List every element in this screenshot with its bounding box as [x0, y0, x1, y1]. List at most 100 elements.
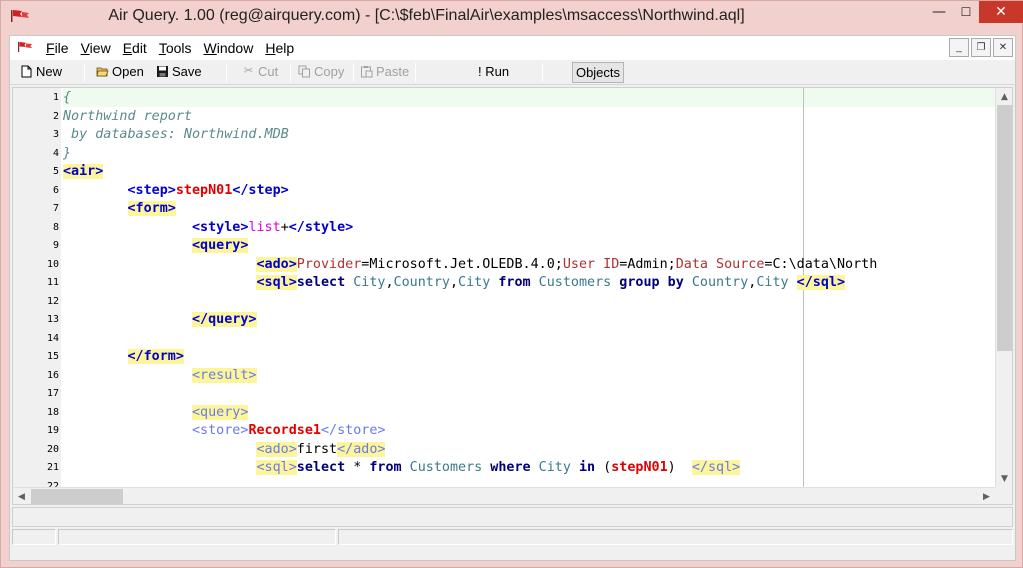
code-token: , — [385, 275, 394, 290]
horizontal-scroll-thumb[interactable] — [31, 489, 123, 504]
code-token: City — [538, 460, 571, 475]
paste-button[interactable]: Paste — [360, 64, 409, 79]
line-number: 15 — [46, 351, 59, 362]
vertical-scrollbar[interactable]: ▲ ▼ — [995, 88, 1012, 487]
run-label: ! Run — [478, 64, 510, 79]
line-number: 2 — [52, 110, 59, 122]
menu-item-label: iew — [89, 40, 111, 56]
menu-item-tools[interactable]: Tools — [153, 40, 198, 56]
code-token: { — [63, 90, 72, 105]
minimize-button[interactable]: — — [925, 1, 953, 23]
code-token: </form> — [127, 349, 184, 364]
code-token: Northwind report — [63, 108, 192, 124]
open-button[interactable]: Open — [96, 64, 144, 79]
output-panel — [12, 507, 1013, 527]
menu-accelerator: E — [122, 40, 133, 56]
code-token: =C:\data\North — [764, 256, 878, 272]
flag-doc-icon — [18, 42, 32, 52]
code-line: } — [63, 145, 71, 164]
code-text-area[interactable]: { Northwind report by databases: Northwin… — [63, 88, 997, 504]
code-token: stepN01 — [175, 182, 233, 198]
close-button[interactable]: ✕ — [979, 1, 1023, 23]
line-number: 11 — [46, 277, 59, 288]
copy-button[interactable]: Copy — [298, 64, 344, 79]
cut-button[interactable]: ✂ Cut — [242, 64, 278, 79]
code-token: } — [63, 145, 72, 161]
new-button[interactable]: New — [20, 64, 62, 79]
code-line: <store>Recordse1</store> — [63, 422, 386, 441]
scissors-icon: ✂ — [243, 65, 254, 77]
scroll-down-arrow-icon[interactable]: ▼ — [996, 470, 1012, 487]
menu-item-view[interactable]: View — [75, 40, 117, 56]
menu-item-window[interactable]: Window — [198, 40, 260, 56]
status-cell — [12, 529, 56, 545]
menu-item-label: ile — [54, 40, 69, 56]
floppy-save-icon — [157, 66, 168, 77]
code-token: Country — [691, 275, 749, 290]
paste-clipboard-icon — [361, 66, 373, 78]
scroll-right-arrow-icon[interactable]: ▶ — [978, 488, 995, 504]
line-number: 17 — [46, 388, 59, 399]
objects-button[interactable]: Objects — [572, 62, 624, 83]
code-token: + — [280, 219, 289, 235]
menu-item-help[interactable]: Help — [259, 40, 300, 56]
menu-item-file[interactable]: File — [40, 40, 75, 56]
code-token: <ado> — [256, 441, 297, 457]
line-number: 19 — [46, 425, 59, 436]
scroll-up-arrow-icon[interactable]: ▲ — [996, 88, 1012, 105]
menu-accelerator: F — [46, 40, 55, 56]
line-number-gutter: 1234567891011121314151617181920212223 — [13, 88, 61, 504]
mdi-restore-button[interactable]: ❐ — [971, 38, 991, 57]
code-token: Customers — [538, 275, 612, 290]
line-number: 20 — [46, 443, 59, 455]
code-token: </ado> — [337, 441, 386, 457]
code-token: Provider — [296, 256, 362, 272]
vertical-scroll-thumb[interactable] — [997, 105, 1012, 351]
new-label: New — [36, 64, 63, 79]
scrollbar-corner — [995, 487, 1012, 504]
code-token: ( — [595, 460, 612, 475]
scroll-left-arrow-icon[interactable]: ◀ — [13, 488, 30, 504]
code-token: <ado> — [256, 256, 297, 272]
save-label: Save — [172, 64, 202, 79]
line-number: 7 — [52, 203, 59, 214]
run-button[interactable]: ! Run — [478, 64, 509, 79]
code-line: <sql>select * from Customers where City … — [63, 459, 741, 478]
code-line: <form> — [63, 200, 176, 219]
horizontal-scrollbar[interactable]: ◀ ▶ — [13, 487, 995, 504]
toolbar-separator — [226, 63, 227, 82]
code-token: </style> — [288, 219, 354, 235]
line-number: 8 — [52, 221, 59, 233]
line-number: 21 — [46, 462, 59, 473]
code-editor[interactable]: 1234567891011121314151617181920212223 {N… — [12, 87, 1013, 505]
code-token: </step> — [232, 182, 289, 198]
menu-item-edit[interactable]: Edit — [117, 40, 153, 56]
mdi-close-button[interactable]: ✕ — [993, 38, 1013, 57]
code-line: <result> — [63, 367, 257, 386]
maximize-button[interactable]: ☐ — [953, 1, 979, 23]
code-token: City — [353, 275, 386, 290]
line-number: 9 — [52, 240, 59, 251]
code-token: by databases: Northwind.MDB — [63, 127, 289, 142]
status-cell — [58, 529, 336, 545]
code-token: <result> — [192, 367, 257, 383]
title-bar[interactable]: Air Query. 1.00 (reg@airquery.com) - [C:… — [1, 1, 1023, 35]
code-line: { — [63, 89, 71, 108]
code-token: <query> — [192, 404, 249, 420]
line-number: 10 — [46, 258, 59, 270]
code-token: =Microsoft.Jet.OLEDB.4.0; — [361, 256, 563, 272]
save-button[interactable]: Save — [156, 64, 202, 79]
code-token: User ID — [562, 256, 620, 272]
code-token: City — [458, 275, 491, 290]
code-token: Recordse1 — [248, 423, 321, 438]
mdi-minimize-button[interactable]: _ — [949, 38, 969, 57]
code-token: <query> — [192, 238, 249, 253]
toolbar-separator — [542, 63, 543, 82]
code-token: </store> — [321, 423, 386, 438]
cut-label: Cut — [258, 64, 279, 79]
